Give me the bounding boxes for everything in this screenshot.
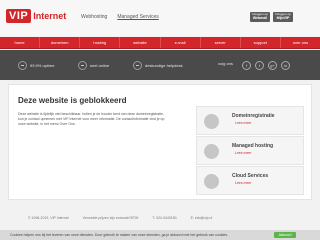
nav-support[interactable]: support (241, 37, 281, 48)
feature-uptime-label: 99,9% uptime (30, 63, 55, 68)
webmail-login-label: Webmail (252, 15, 268, 20)
vip-logo[interactable]: VIP Internet (6, 8, 66, 24)
facebook-icon[interactable]: f (242, 61, 251, 70)
sidebar-domeinregistratie-title: Domeinregistratie (232, 113, 275, 119)
features-bar: 99,9% uptime snel online deskundige help… (0, 50, 320, 80)
top-nav: Webhosting Managed Services (81, 14, 169, 20)
nav-hosting[interactable]: hosting (80, 37, 121, 48)
nav-email[interactable]: e-mail (161, 37, 201, 48)
sidebar-cloud-services[interactable]: Cloud Services Lees meer (196, 166, 304, 195)
feature-helpdesk-label: deskundige helpdesk (145, 63, 183, 68)
mijnvip-login-label: MijnVIP (276, 15, 290, 20)
nav-over-ons[interactable]: over ons (281, 37, 320, 48)
feature-snel-online-label: snel online (90, 63, 110, 68)
logo-internet-text: Internet (33, 11, 67, 21)
feature-volg-ons-label: volg ons (218, 61, 233, 66)
sidebar-cloud-services-title: Cloud Services (232, 173, 269, 179)
linkedin-icon[interactable]: in (281, 61, 290, 70)
server-icon (204, 144, 219, 159)
logo-vip-text: VIP (6, 9, 32, 23)
main-nav: home domeinen hosting website e-mail ser… (0, 37, 320, 49)
feature-volg-ons: volg ons (218, 61, 233, 66)
rocket-icon (78, 61, 87, 70)
sidebar-cloud-services-link[interactable]: Lees meer (235, 181, 252, 185)
nav-domeinen[interactable]: domeinen (40, 37, 81, 48)
twitter-icon[interactable]: t (255, 61, 264, 70)
headset-icon (133, 61, 142, 70)
webmail-login-button[interactable]: Inloggen op Webmail (250, 12, 270, 22)
page-title: Deze website is geblokkeerd (18, 96, 127, 105)
footer-phone: T: 024-3440150 (152, 216, 177, 220)
sidebar-managed-hosting-title: Managed hosting (232, 143, 274, 149)
header: VIP Internet Webhosting Managed Services… (0, 0, 320, 36)
cloud-icon (204, 174, 219, 189)
google-plus-icon[interactable]: g+ (268, 61, 277, 70)
uptime-icon (18, 61, 27, 70)
sidebar-domeinregistratie-link[interactable]: Lees meer (235, 121, 252, 125)
sidebar-domeinregistratie[interactable]: Domeinregistratie Lees meer (196, 106, 304, 135)
page-body-text: Deze website is tijdelijk niet beschikba… (18, 112, 165, 126)
topnav-webhosting[interactable]: Webhosting (81, 14, 107, 20)
feature-helpdesk: deskundige helpdesk (133, 61, 183, 70)
footer-copyright: © 1996-2019, VIP Internet (28, 216, 69, 220)
nav-website[interactable]: website (120, 37, 161, 48)
cookie-accept-button[interactable]: Akkoord (274, 232, 296, 238)
nav-home[interactable]: home (0, 37, 41, 48)
feature-snel-online: snel online (78, 61, 109, 70)
footer-prices: Vermelde prijzen zijn exclusief BTW (82, 216, 139, 220)
nav-server[interactable]: server (201, 37, 241, 48)
footer: © 1996-2019, VIP Internet Vermelde prijz… (0, 216, 320, 220)
cookie-text: Cookies helpen ons bij het leveren van o… (10, 233, 229, 237)
sidebar-managed-hosting-link[interactable]: Lees meer (235, 151, 252, 155)
cookie-bar: Cookies helpen ons bij het leveren van o… (0, 230, 320, 240)
feature-uptime: 99,9% uptime (18, 61, 54, 70)
footer-email[interactable]: E: info@vip.nl (191, 216, 213, 220)
mijnvip-login-button[interactable]: Inloggen op MijnVIP (273, 12, 293, 22)
domain-icon (204, 114, 219, 129)
topnav-managed-services[interactable]: Managed Services (117, 14, 158, 20)
sidebar-managed-hosting[interactable]: Managed hosting Lees meer (196, 136, 304, 165)
